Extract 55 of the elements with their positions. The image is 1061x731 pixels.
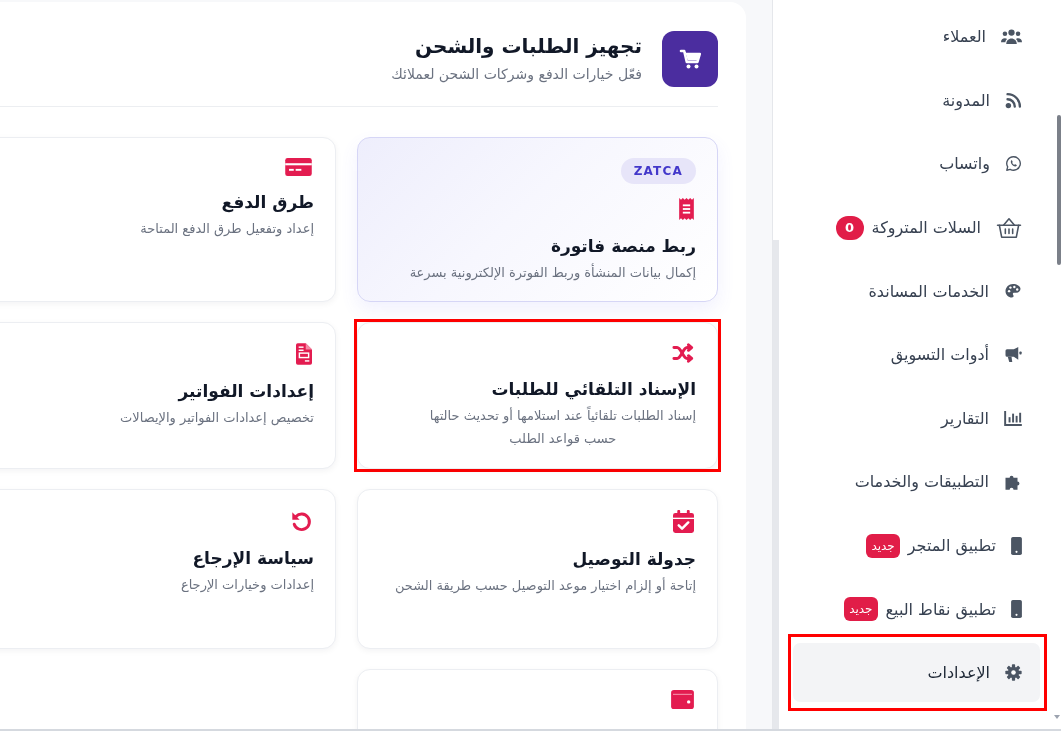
rss-icon xyxy=(1005,91,1022,109)
mobile-phone-icon xyxy=(1011,536,1022,555)
wallet-icon xyxy=(671,690,694,709)
card-title: جدولة التوصيل xyxy=(572,548,696,571)
card-description: إسناد الطلبات تلقائياً عند استلامها أو تحديث حالتها حسب قواعد الطلب xyxy=(429,405,696,449)
sidebar-item[interactable]: المدونة xyxy=(793,75,1040,126)
page-title: تجهيز الطلبات والشحن xyxy=(415,33,642,60)
users-icon xyxy=(1001,29,1022,45)
count-badge: 0 xyxy=(835,215,864,240)
sidebar-item[interactable]: التطبيقات والخدمات xyxy=(793,456,1040,507)
megaphone-icon xyxy=(1004,346,1022,364)
card-title: سياسة الإرجاع xyxy=(192,547,314,570)
shuffle-icon xyxy=(672,343,694,363)
settings-card[interactable]: إعدادات الفواتير تخصيص إعدادات الفواتير والإيصالات xyxy=(0,322,336,469)
card-description: إعدادات وخيارات الإرجاع xyxy=(180,576,314,595)
card-title: إعدادات الفواتير xyxy=(178,380,314,404)
basket-icon xyxy=(996,216,1022,239)
new-badge: جديد xyxy=(844,597,878,622)
scrollbar-thumb[interactable] xyxy=(773,240,779,729)
sidebar-item[interactable]: أدوات التسويق xyxy=(793,329,1040,380)
card-title: طرق الدفع xyxy=(221,191,314,215)
credit-card-icon xyxy=(285,158,312,176)
undo-icon xyxy=(290,510,312,532)
sidebar-item[interactable]: تطبيق نقاط البيع جديد xyxy=(793,584,1040,635)
receipt-icon xyxy=(679,198,694,220)
mobile-phone-icon xyxy=(1011,600,1022,619)
card-description: إعداد وتفعيل طرق الدفع المتاحة xyxy=(140,220,314,239)
scroll-arrow-icon xyxy=(1054,715,1060,719)
sidebar-item[interactable]: واتساب xyxy=(793,139,1040,189)
card-description: تخصيص إعدادات الفواتير والإيصالات xyxy=(120,409,314,428)
sidebar-item[interactable]: التقارير xyxy=(793,393,1040,444)
calendar-check-icon xyxy=(673,510,694,533)
cart-icon xyxy=(662,31,718,87)
document-icon xyxy=(296,343,312,365)
puzzle-icon xyxy=(1004,473,1022,491)
settings-icon xyxy=(1005,664,1022,682)
sidebar-item[interactable]: تطبيق المتجر جديد xyxy=(793,520,1040,571)
card-description: إكمال بيانات المنشأة وربط الفوترة الإلكترونية بسرعة xyxy=(409,262,696,283)
sidebar-item[interactable]: العملاء xyxy=(793,11,1040,62)
card-tag: ZATCA xyxy=(620,158,696,184)
scrollbar-thumb[interactable] xyxy=(1057,115,1061,265)
page-subtitle: فعّل خيارات الدفع وشركات الشحن لعملائك xyxy=(391,65,642,85)
card-description: إتاحة أو إلزام اختيار موعد التوصيل حسب طريقة الشحن xyxy=(394,576,696,596)
palette-icon xyxy=(1004,282,1022,300)
chat-bubble-icon xyxy=(1005,155,1022,173)
sidebar-item[interactable]: الإعدادات xyxy=(793,643,1040,703)
sidebar-item[interactable]: الخدمات المساندة xyxy=(793,266,1040,317)
card-title: ربط منصة فاتورة xyxy=(550,235,696,258)
new-badge: جديد xyxy=(866,533,900,558)
bar-chart-icon xyxy=(1004,410,1022,426)
settings-card[interactable]: سياسة الإرجاع إعدادات وخيارات الإرجاع xyxy=(0,489,336,649)
card-title: الإسناد التلقائي للطلبات xyxy=(491,378,696,402)
settings-card[interactable]: طرق الدفع إعداد وتفعيل طرق الدفع المتاحة xyxy=(0,137,336,302)
settings-card[interactable]: جدولة التوصيل إتاحة أو إلزام اختيار موعد التوصيل حسب طريقة الشحن xyxy=(357,489,718,649)
settings-card[interactable]: الإسناد التلقائي للطلبات إسناد الطلبات تلقائياً عند استلامها أو تحديث حالتها حسب قواعد الطلب xyxy=(357,322,718,469)
